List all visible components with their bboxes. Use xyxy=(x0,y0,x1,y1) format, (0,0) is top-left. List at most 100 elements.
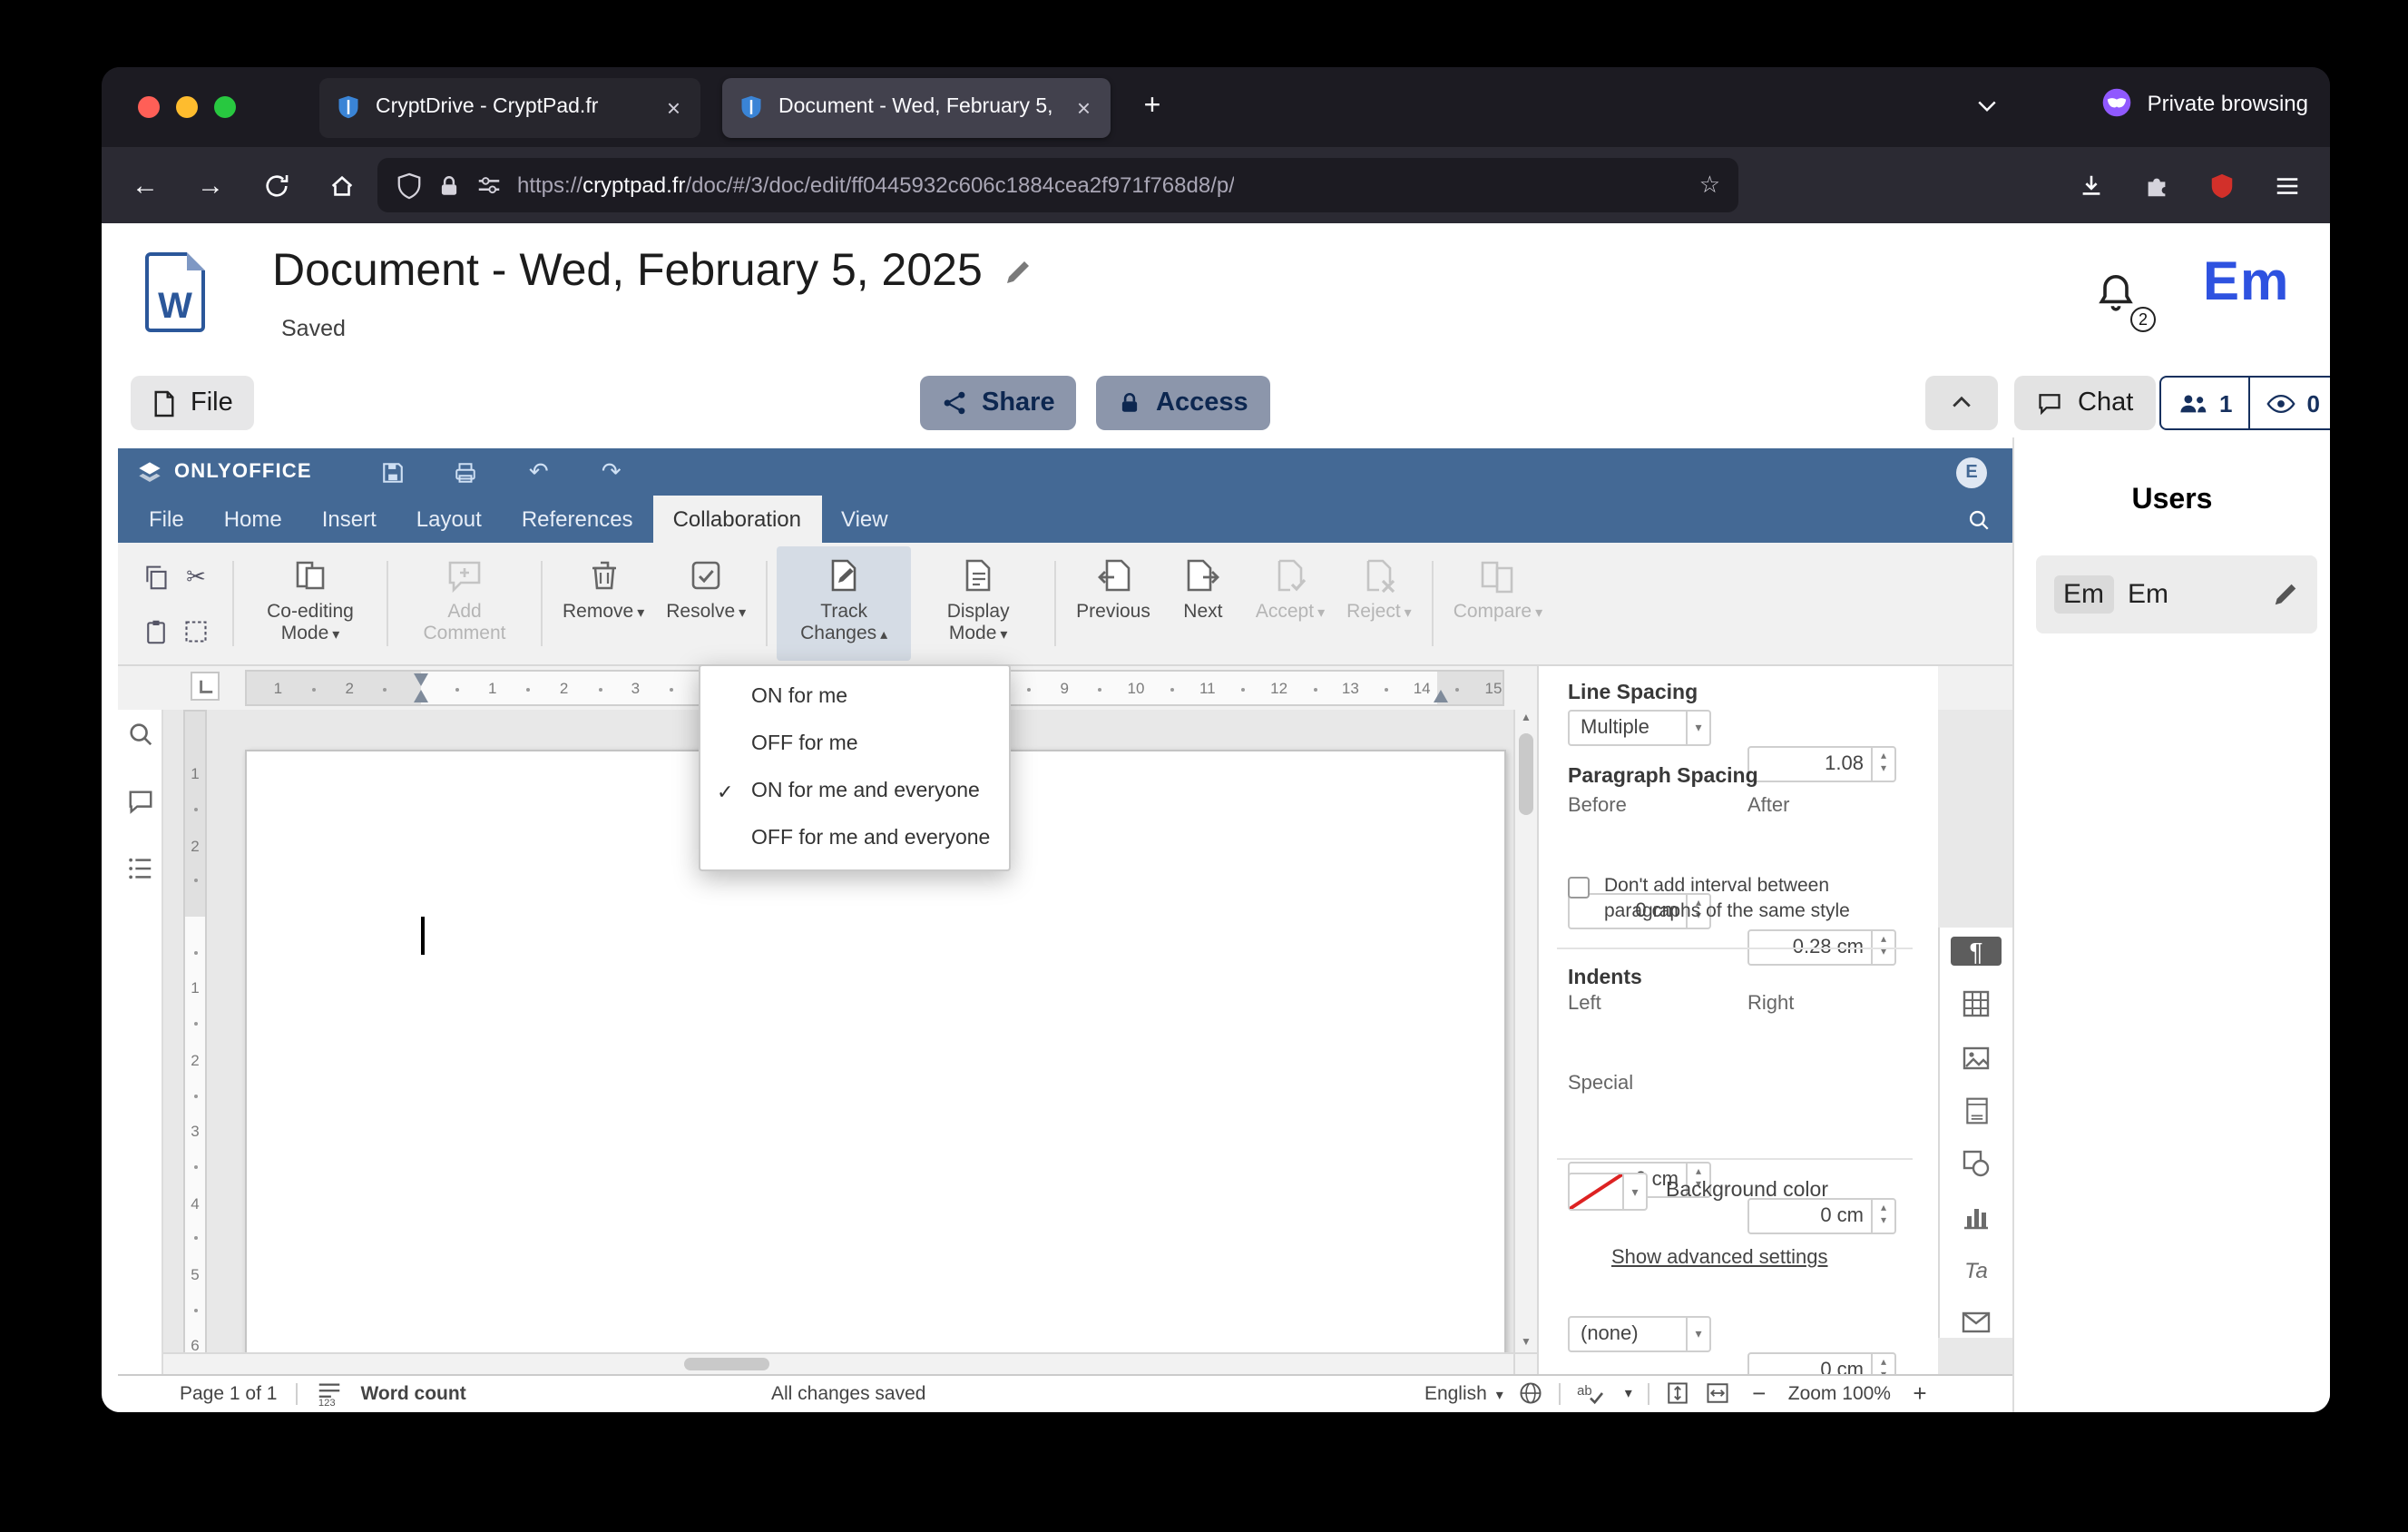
text-art-settings-icon[interactable]: Ta xyxy=(1951,1255,2002,1285)
line-spacing-select[interactable]: Multiple ▾ xyxy=(1568,710,1711,746)
background-color-picker[interactable]: ▾ xyxy=(1568,1173,1648,1211)
menu-hamburger-icon[interactable] xyxy=(2257,158,2315,212)
find-search-icon[interactable] xyxy=(1967,496,1991,543)
presence-counts[interactable]: 1 0 xyxy=(2159,376,2330,430)
fit-to-width-icon[interactable] xyxy=(1707,1381,1730,1405)
downloads-icon[interactable] xyxy=(2061,158,2119,212)
mail-merge-icon[interactable] xyxy=(1951,1309,2002,1339)
header-footer-settings-icon[interactable] xyxy=(1951,1096,2002,1126)
table-settings-icon[interactable] xyxy=(1951,990,2002,1020)
zoom-window-button[interactable] xyxy=(214,96,236,118)
edit-title-pencil-icon[interactable] xyxy=(1004,257,1033,286)
spinner-arrows[interactable]: ▴▾ xyxy=(1871,1200,1894,1232)
zoom-level-indicator[interactable]: Zoom 100% xyxy=(1788,1382,1891,1404)
extensions-puzzle-icon[interactable] xyxy=(2127,158,2185,212)
word-count-button[interactable]: Word count xyxy=(360,1382,465,1404)
url-text[interactable]: https://cryptpad.fr/doc/#/3/doc/edit/ff0… xyxy=(517,172,1235,198)
navigation-headings-icon[interactable] xyxy=(126,855,153,882)
undo-icon[interactable]: ↶ xyxy=(523,456,555,488)
chart-settings-icon[interactable] xyxy=(1951,1203,2002,1232)
tab-collaboration[interactable]: Collaboration xyxy=(652,496,821,543)
v-ruler[interactable]: 21123456 xyxy=(183,710,207,1374)
cut-icon[interactable]: ✂ xyxy=(186,563,206,592)
line-spacing-amount[interactable]: 1.08 ▴ ▾ xyxy=(1747,746,1896,782)
vertical-scrollbar[interactable]: ▲ ▼ xyxy=(1513,710,1537,1352)
chat-button[interactable]: Chat xyxy=(2014,376,2156,430)
spinner-arrows[interactable]: ▴▾ xyxy=(1871,748,1894,781)
horizontal-scrollbar[interactable] xyxy=(163,1352,1513,1374)
background-color-swatch[interactable] xyxy=(1570,1174,1622,1209)
save-icon[interactable] xyxy=(377,456,410,488)
permissions-icon[interactable] xyxy=(475,172,503,199)
vertical-scrollbar-thumb[interactable] xyxy=(1519,733,1533,815)
close-tab-icon[interactable]: × xyxy=(663,93,684,121)
select-arrow-icon[interactable]: ▾ xyxy=(1686,712,1709,744)
scroll-down-arrow[interactable]: ▼ xyxy=(1521,1334,1532,1352)
document-title[interactable]: Document - Wed, February 5, 2025 xyxy=(272,245,983,298)
collapse-toolbar-button[interactable] xyxy=(1925,376,1998,430)
display-mode-button[interactable]: Display Mode ▾ xyxy=(911,546,1045,661)
new-tab-button[interactable]: + xyxy=(1129,83,1176,131)
indent-right-spinner[interactable]: 0 cm ▴ ▾ xyxy=(1747,1198,1896,1234)
tab-references[interactable]: References xyxy=(502,496,653,543)
ublock-origin-icon[interactable] xyxy=(2192,158,2250,212)
tab-layout[interactable]: Layout xyxy=(396,496,502,543)
access-button[interactable]: Access xyxy=(1096,376,1270,430)
paragraph-settings-icon[interactable]: ¶ xyxy=(1951,937,2002,967)
redo-icon[interactable]: ↷ xyxy=(595,456,628,488)
color-dropdown-arrow[interactable]: ▾ xyxy=(1622,1174,1646,1209)
tab-stop-selector[interactable] xyxy=(191,672,220,701)
lock-icon[interactable] xyxy=(437,173,461,197)
paste-icon[interactable] xyxy=(143,619,169,644)
minimize-window-button[interactable] xyxy=(176,96,198,118)
set-language-globe-icon[interactable] xyxy=(1520,1381,1543,1405)
tab-insert[interactable]: Insert xyxy=(302,496,396,543)
menu-item-on-for-me[interactable]: ON for me xyxy=(700,673,1009,721)
tab-document[interactable]: Document - Wed, February 5, 2025 × xyxy=(722,77,1111,137)
account-avatar[interactable]: Em xyxy=(2203,252,2289,314)
left-indent-marker[interactable] xyxy=(414,683,428,702)
close-tab-icon[interactable]: × xyxy=(1073,93,1094,121)
page-number-indicator[interactable]: Page 1 of 1 xyxy=(180,1382,277,1404)
next-change-button[interactable]: Next xyxy=(1161,546,1245,661)
special-select[interactable]: (none) ▾ xyxy=(1568,1316,1711,1352)
forward-button[interactable]: → xyxy=(181,158,240,212)
tab-file[interactable]: File xyxy=(129,496,204,543)
shape-settings-icon[interactable] xyxy=(1951,1149,2002,1179)
coediting-mode-button[interactable]: Co-editing Mode ▾ xyxy=(243,546,377,661)
spell-check-icon[interactable]: ab xyxy=(1578,1381,1605,1405)
show-advanced-settings-link[interactable]: Show advanced settings xyxy=(1611,1247,1828,1269)
tab-cryptdrive[interactable]: CryptDrive - CryptPad.fr × xyxy=(319,77,700,137)
fit-to-page-icon[interactable] xyxy=(1667,1381,1690,1405)
comments-icon[interactable] xyxy=(126,788,153,815)
file-menu-button[interactable]: File xyxy=(131,376,255,430)
tab-view[interactable]: View xyxy=(821,496,908,543)
notifications-bell[interactable]: 2 xyxy=(2094,270,2156,332)
menu-item-off-for-everyone[interactable]: OFF for me and everyone xyxy=(700,815,1009,862)
close-window-button[interactable] xyxy=(138,96,160,118)
edit-user-name-pencil-icon[interactable] xyxy=(2272,581,2299,608)
menu-item-on-for-everyone[interactable]: ✓ ON for me and everyone xyxy=(700,768,1009,815)
tracking-protection-shield-icon[interactable] xyxy=(396,172,423,199)
previous-change-button[interactable]: Previous xyxy=(1065,546,1161,661)
user-list-item[interactable]: Em Em xyxy=(2036,555,2317,633)
language-selector[interactable]: English ▾ xyxy=(1424,1382,1503,1404)
resolve-comment-button[interactable]: Resolve ▾ xyxy=(655,546,757,661)
bookmark-star-icon[interactable]: ☆ xyxy=(1699,171,1720,200)
select-arrow-icon[interactable]: ▾ xyxy=(1686,1318,1709,1350)
print-icon[interactable] xyxy=(450,456,483,488)
zoom-out-button[interactable]: − xyxy=(1747,1380,1772,1407)
list-tabs-chevron-icon[interactable] xyxy=(1974,93,2000,118)
home-button[interactable] xyxy=(312,158,370,212)
menu-item-off-for-me[interactable]: OFF for me xyxy=(700,721,1009,768)
zoom-in-button[interactable]: + xyxy=(1907,1380,1933,1407)
horizontal-scrollbar-thumb[interactable] xyxy=(684,1358,769,1370)
copy-icon[interactable] xyxy=(143,565,169,590)
select-all-icon[interactable] xyxy=(183,619,209,644)
url-bar[interactable]: https://cryptpad.fr/doc/#/3/doc/edit/ff0… xyxy=(377,158,1738,212)
no-interval-checkbox[interactable] xyxy=(1568,877,1590,899)
reload-button[interactable] xyxy=(247,158,305,212)
remove-comment-button[interactable]: Remove ▾ xyxy=(552,546,655,661)
find-icon[interactable] xyxy=(126,721,153,748)
track-changes-button[interactable]: Track Changes ▴ xyxy=(777,546,912,661)
